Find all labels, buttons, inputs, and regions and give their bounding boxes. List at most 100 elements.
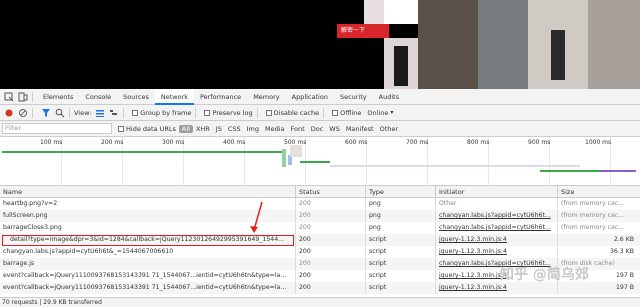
tab-memory[interactable]: Memory	[247, 89, 285, 105]
tab-security[interactable]: Security	[334, 89, 373, 105]
request-status: 200	[296, 198, 366, 210]
preview-photo-main	[384, 38, 418, 89]
throttling-select[interactable]: Online	[367, 109, 388, 117]
timeline-tick-label: 700 ms	[406, 139, 429, 146]
tab-network[interactable]: Network	[154, 88, 194, 105]
inspect-element-icon[interactable]	[4, 92, 14, 102]
filter-type-all[interactable]: All	[178, 124, 193, 133]
view-label: View:	[74, 108, 92, 117]
request-type: png	[366, 210, 436, 222]
timeline-tick-label: 100 ms	[40, 139, 63, 146]
column-header-type[interactable]: Type	[366, 186, 436, 197]
request-status: 200	[296, 270, 366, 282]
filter-icon[interactable]	[41, 108, 51, 118]
divider	[32, 107, 33, 118]
search-icon[interactable]	[55, 108, 65, 118]
request-status: 200	[296, 222, 366, 234]
table-row[interactable]: barrageClose3.png 200 png changyan.labs.…	[0, 222, 640, 234]
timeline-bar	[300, 161, 330, 163]
tab-sources[interactable]: Sources	[117, 89, 155, 105]
preview-photo-3	[478, 0, 528, 89]
column-header-size[interactable]: Size	[558, 186, 640, 197]
preserve-log-checkbox[interactable]	[204, 109, 211, 116]
filter-type-font[interactable]: Font	[288, 125, 308, 133]
request-initiator: Other	[436, 198, 558, 210]
filter-type-xhr[interactable]: XHR	[193, 125, 213, 133]
timeline-overview[interactable]: 100 ms 200 ms 300 ms 400 ms 500 ms 600 m…	[0, 137, 640, 186]
request-status: 200	[296, 246, 366, 258]
device-toolbar-icon[interactable]	[18, 92, 28, 102]
divider	[32, 91, 33, 102]
status-bar: 70 requests | 29.9 KB transferred	[0, 297, 640, 307]
filter-type-manifest[interactable]: Manifest	[343, 125, 377, 133]
divider	[323, 107, 325, 118]
offline-checkbox[interactable]	[332, 109, 339, 116]
column-header-name[interactable]: Name	[0, 186, 296, 197]
preview-black-area	[0, 0, 364, 89]
timeline-tick-label: 800 ms	[467, 139, 490, 146]
filter-input[interactable]: Filter	[2, 123, 112, 134]
request-type: png	[366, 222, 436, 234]
request-status: 200	[296, 234, 366, 246]
preview-photo-5	[588, 0, 640, 89]
chevron-down-icon[interactable]: ▾	[390, 109, 393, 116]
timeline-bar	[600, 170, 636, 172]
record-icon[interactable]	[4, 108, 14, 118]
group-by-frame-label: Group by frame	[140, 108, 192, 117]
screenshot-thumbnail[interactable]	[290, 145, 302, 157]
large-rows-icon[interactable]	[95, 108, 105, 118]
divider	[256, 107, 258, 118]
tab-audits[interactable]: Audits	[373, 89, 405, 105]
timeline-tick-label: 600 ms	[345, 139, 368, 146]
request-size: 36.3 KB	[609, 248, 634, 255]
request-name: changyan.labs.js?appid=cytU6h6t&_=154406…	[0, 246, 296, 258]
request-status: 200	[296, 210, 366, 222]
filter-type-other[interactable]: Other	[377, 125, 401, 133]
timeline-tick-label: 900 ms	[528, 139, 551, 146]
timeline-tick-label: 200 ms	[101, 139, 124, 146]
request-type: script	[366, 270, 436, 282]
tab-elements[interactable]: Elements	[37, 89, 79, 105]
highlight-box	[2, 235, 294, 246]
divider	[123, 107, 125, 118]
clear-icon[interactable]	[18, 108, 28, 118]
request-type: script	[366, 234, 436, 246]
filter-type-media[interactable]: Media	[262, 125, 288, 133]
timeline-bar	[2, 151, 282, 153]
timeline-bar	[330, 165, 580, 167]
filter-type-js[interactable]: JS	[213, 125, 225, 133]
request-name: event?callback=jQuery1110093768153143391…	[0, 282, 296, 294]
tab-performance[interactable]: Performance	[194, 89, 247, 105]
table-row[interactable]: heartbg.png?v=2 200 png Other (from memo…	[0, 198, 640, 210]
overview-icon[interactable]	[109, 108, 119, 118]
column-header-status[interactable]: Status	[296, 186, 366, 197]
hide-data-urls-checkbox[interactable]	[118, 125, 124, 132]
request-initiator[interactable]: jquery-1.12.3.min.js:4	[436, 246, 558, 258]
preview-banner: 解密一下	[337, 24, 389, 38]
network-toolbar: View: Group by frame Preserve log Disabl…	[0, 105, 640, 121]
request-initiator[interactable]: jquery-1.12.3.min.js:4	[436, 234, 558, 246]
request-name: event?callback=jQuery1110093768153143391…	[0, 270, 296, 282]
group-by-frame-checkbox[interactable]	[132, 109, 139, 116]
tab-application[interactable]: Application	[286, 89, 334, 105]
filter-type-doc[interactable]: Doc	[308, 125, 327, 133]
request-size: (from memory cac...	[561, 200, 625, 207]
tab-console[interactable]: Console	[79, 89, 117, 105]
hide-data-urls-label: Hide data URLs	[126, 124, 176, 133]
timeline-tick-label: 1000 ms	[585, 139, 612, 146]
filter-type-ws[interactable]: WS	[326, 125, 343, 133]
page-preview: 解密一下	[0, 0, 640, 89]
filter-type-img[interactable]: Img	[244, 125, 262, 133]
request-type: script	[366, 282, 436, 294]
request-type: script	[366, 258, 436, 270]
table-row[interactable]: changyan.labs.js?appid=cytU6h6t&_=154406…	[0, 246, 640, 258]
filter-type-css[interactable]: CSS	[225, 125, 244, 133]
column-header-initiator[interactable]: Initiator	[436, 186, 558, 197]
request-initiator[interactable]: changyan.labs.js?appid=cytU6h6t...	[436, 222, 558, 234]
annotation-arrow-icon	[250, 201, 263, 233]
request-initiator[interactable]: changyan.labs.js?appid=cytU6h6t...	[436, 210, 558, 222]
disable-cache-checkbox[interactable]	[265, 109, 272, 116]
preview-photo-4	[528, 0, 588, 89]
table-row[interactable]: fullScreen.png 200 png changyan.labs.js?…	[0, 210, 640, 222]
watermark: 知乎 @简乌郊	[500, 267, 589, 283]
